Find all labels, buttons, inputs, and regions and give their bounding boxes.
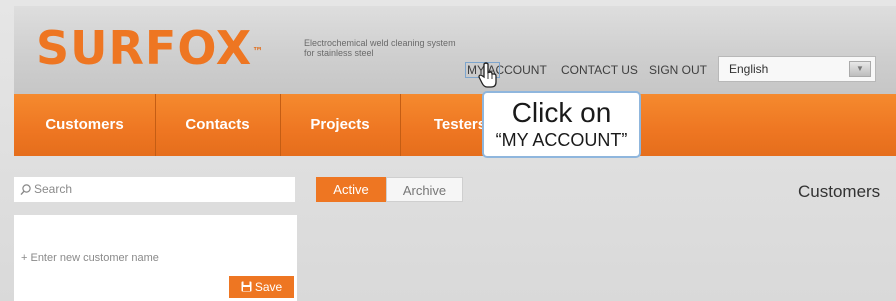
sign-out-link[interactable]: SIGN OUT — [649, 63, 707, 77]
logo-text: SURFOX — [36, 21, 253, 75]
new-customer-name-input[interactable]: + Enter new customer name — [21, 252, 159, 264]
save-icon — [241, 277, 252, 299]
tagline: Electrochemical weld cleaning system for… — [304, 38, 456, 58]
contact-us-link[interactable]: CONTACT US — [561, 63, 638, 77]
language-select[interactable]: English ▼ — [718, 56, 876, 82]
tooltip-line-1: Click on — [511, 97, 612, 128]
hand-cursor-icon — [478, 62, 498, 93]
search-input[interactable]: Search — [34, 182, 72, 196]
tagline-line-2: for stainless steel — [304, 48, 374, 58]
tab-archive[interactable]: Archive — [386, 177, 463, 202]
chevron-down-icon[interactable]: ▼ — [849, 61, 871, 77]
save-button[interactable]: Save — [229, 276, 294, 298]
menu-projects[interactable]: Projects — [280, 94, 401, 156]
instruction-tooltip: Click on “MY ACCOUNT” — [482, 91, 641, 158]
main-menu: Customers Contacts Projects Testers — [14, 94, 896, 156]
save-label: Save — [254, 280, 283, 294]
language-selected-value: English — [729, 62, 769, 76]
new-customer-panel: + Enter new customer name Save — [14, 215, 297, 301]
page-title: Customers — [798, 182, 881, 201]
tooltip-line-2: “MY ACCOUNT” — [495, 130, 628, 150]
menu-contacts[interactable]: Contacts — [155, 94, 281, 156]
header: SURFOX™ Electrochemical weld cleaning sy… — [14, 6, 896, 94]
search-icon — [20, 183, 31, 201]
surfox-logo[interactable]: SURFOX™ — [36, 24, 264, 72]
trademark-symbol: ™ — [252, 45, 265, 58]
search-field[interactable]: Search — [14, 177, 295, 202]
tagline-line-1: Electrochemical weld cleaning system — [304, 38, 456, 48]
menu-customers[interactable]: Customers — [14, 94, 156, 156]
tab-active[interactable]: Active — [316, 177, 386, 202]
